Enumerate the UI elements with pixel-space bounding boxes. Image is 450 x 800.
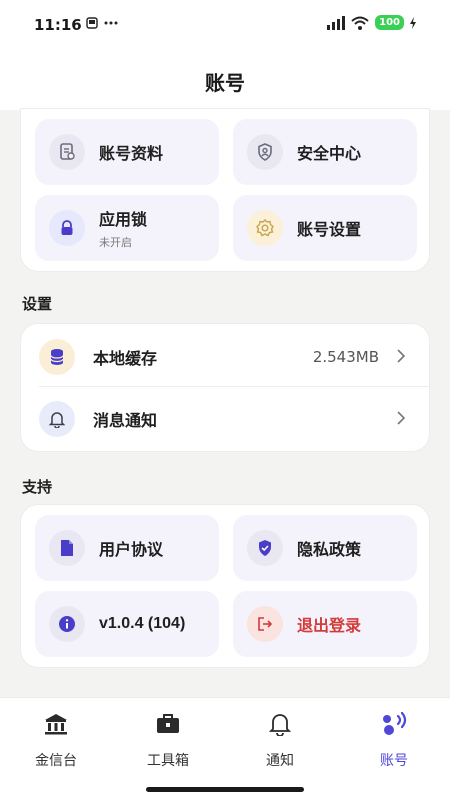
status-right: 100 <box>327 15 416 30</box>
tab-toolbox[interactable]: 工具箱 <box>112 710 224 774</box>
tile-label: 隐私政策 <box>297 542 362 559</box>
account-settings-button[interactable]: 账号设置 <box>233 195 417 261</box>
charging-icon <box>410 16 416 29</box>
profile-doc-icon <box>49 134 85 170</box>
screen-icon <box>86 17 98 29</box>
shield-check-icon <box>247 530 283 566</box>
tab-account[interactable]: 账号 <box>338 710 450 774</box>
signal-icon <box>327 15 346 30</box>
database-icon <box>39 339 75 375</box>
bank-icon <box>43 710 69 738</box>
title-bar: 账号 <box>0 52 450 110</box>
local-cache-row[interactable]: 本地缓存 2.543MB <box>21 326 431 388</box>
security-center-button[interactable]: 安全中心 <box>233 119 417 185</box>
status-time: 11:16 <box>34 16 82 34</box>
settings-card: 本地缓存 2.543MB 消息通知 <box>20 323 430 452</box>
account-card: 账号资料 安全中心 应用锁 未开启 账号设置 <box>20 108 430 272</box>
tile-label: 用户协议 <box>99 542 164 559</box>
tile-label: 退出登录 <box>297 618 362 635</box>
shield-user-icon <box>247 134 283 170</box>
cache-size: 2.543MB <box>312 348 379 366</box>
row-label: 本地缓存 <box>93 351 158 368</box>
bottom-tab-bar: 金信台 工具箱 通知 账号 <box>0 697 450 800</box>
page-title: 账号 <box>205 72 245 95</box>
version-button[interactable]: v1.0.4 (104) <box>35 591 219 657</box>
bell-icon <box>269 710 291 738</box>
notification-row[interactable]: 消息通知 <box>21 388 431 450</box>
lock-icon <box>49 210 85 246</box>
tile-label: 安全中心 <box>297 146 362 163</box>
home-indicator <box>146 787 304 792</box>
user-agreement-button[interactable]: 用户协议 <box>35 515 219 581</box>
tile-label: 应用锁 <box>99 212 148 229</box>
gear-icon <box>247 210 283 246</box>
privacy-policy-button[interactable]: 隐私政策 <box>233 515 417 581</box>
more-dots-icon <box>104 21 118 25</box>
tab-notifications[interactable]: 通知 <box>224 710 336 774</box>
wifi-icon <box>351 16 369 30</box>
tab-label: 工具箱 <box>147 752 189 768</box>
chevron-right-icon <box>397 411 405 425</box>
toolbox-icon <box>155 710 181 738</box>
info-icon <box>49 606 85 642</box>
logout-icon <box>247 606 283 642</box>
tile-label: v1.0.4 (104) <box>99 615 186 632</box>
support-card: 用户协议 隐私政策 v1.0.4 (104) 退出登录 <box>20 504 430 668</box>
tile-label: 账号设置 <box>297 222 362 239</box>
document-icon <box>49 530 85 566</box>
tab-jinxintai[interactable]: 金信台 <box>0 710 112 774</box>
status-bar: 11:16 100 <box>0 0 450 52</box>
app-lock-status: 未开启 <box>99 237 132 249</box>
tab-label: 通知 <box>266 752 294 768</box>
tab-label: 账号 <box>380 752 408 768</box>
logout-button[interactable]: 退出登录 <box>233 591 417 657</box>
tile-label: 账号资料 <box>99 146 164 163</box>
app-lock-button[interactable]: 应用锁 未开启 <box>35 195 219 261</box>
divider <box>39 386 429 387</box>
account-icon <box>379 710 409 738</box>
row-label: 消息通知 <box>93 413 158 430</box>
chevron-right-icon <box>397 349 405 363</box>
account-profile-button[interactable]: 账号资料 <box>35 119 219 185</box>
status-left-icons <box>86 17 118 29</box>
support-section-title: 支持 <box>22 479 53 496</box>
tab-label: 金信台 <box>35 752 77 768</box>
bell-icon <box>39 401 75 437</box>
battery-icon: 100 <box>375 15 404 30</box>
settings-section-title: 设置 <box>22 296 53 313</box>
